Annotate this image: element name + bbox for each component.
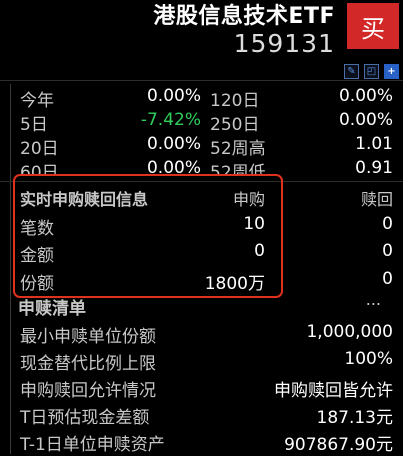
header: 港股信息技术ETF 159131 买 [0, 0, 403, 62]
list-item-label: T-1日单位申赎资产 [20, 435, 165, 455]
plus-icon[interactable]: + [384, 64, 399, 79]
stat-value: 0.00% [338, 86, 393, 106]
list-item: T日预估现金差额 187.13元 [0, 403, 403, 429]
list-item-value: 申购赎回皆允许 [274, 381, 393, 401]
stats-row: 20日 0.00% 52周高 1.01 [0, 134, 403, 159]
stat-value: 0.00% [338, 110, 393, 130]
stat-label: 今年 [20, 91, 54, 111]
list-item-value: 907867.90元 [284, 435, 393, 455]
stat-label: 52周低 [210, 163, 266, 175]
stat-label: 20日 [20, 139, 59, 159]
stat-label: 52周高 [210, 139, 266, 159]
list-item: T-1日单位申赎资产 907867.90元 [0, 430, 403, 456]
list-item-value: 100% [344, 349, 393, 369]
toolbar: ✎ ◰ + [344, 64, 399, 79]
list-item: 最小申赎单位份额 1,000,000 [0, 322, 403, 348]
stat-label: 60日 [20, 163, 59, 175]
highlight-box [13, 174, 283, 298]
redeem-value: 0 [382, 241, 393, 261]
stat-value: -7.42% [140, 110, 201, 130]
stat-label: 120日 [210, 91, 260, 111]
list-item-label: 最小申赎单位份额 [20, 327, 156, 347]
stat-value: 0.00% [146, 158, 201, 175]
stats-row: 5日 -7.42% 250日 0.00% [0, 110, 403, 135]
list-item: 现金替代比例上限 100% [0, 349, 403, 375]
redeem-value: 0 [382, 269, 393, 289]
redeem-value: 0 [382, 214, 393, 234]
stat-label: 250日 [210, 115, 260, 135]
stats-row: 今年 0.00% 120日 0.00% [0, 86, 403, 111]
redeem-column-header: 赎回 [360, 190, 393, 209]
screenshot-icon[interactable]: ◰ [364, 64, 379, 79]
stat-value: 0.00% [146, 86, 201, 106]
list-item-value: 187.13元 [316, 408, 393, 428]
stat-label: 5日 [20, 115, 48, 135]
list-item-label: T日预估现金差额 [20, 408, 150, 428]
list-item-label: 现金替代比例上限 [20, 354, 156, 374]
stats-row: 60日 0.00% 52周低 0.91 [0, 158, 403, 175]
pencil-icon[interactable]: ✎ [344, 64, 359, 79]
list-title: 申赎清单 [18, 299, 86, 319]
fund-code: 159131 [233, 29, 335, 58]
stat-value: 1.01 [355, 134, 393, 154]
stat-value: 0.91 [355, 158, 393, 175]
list-item-label: 申购赎回允许情况 [20, 381, 156, 401]
list-item: 申购赎回允许情况 申购赎回皆允许 [0, 376, 403, 402]
list-item-value: 1,000,000 [306, 322, 393, 342]
stat-value: 0.00% [146, 134, 201, 154]
more-button[interactable]: ... [366, 290, 381, 309]
fund-title: 港股信息技术ETF [153, 4, 335, 29]
buy-button[interactable]: 买 [347, 3, 399, 49]
